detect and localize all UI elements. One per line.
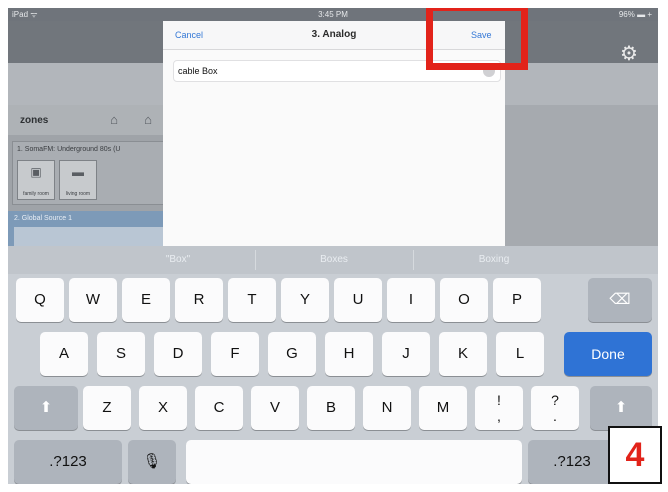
house-icon[interactable]: ⌂	[138, 111, 158, 129]
speaker-icon: ▬	[72, 165, 84, 179]
numbers-key[interactable]: .?123	[14, 440, 122, 484]
suggestion-item[interactable]: Boxing	[414, 246, 574, 274]
key-v[interactable]: V	[251, 386, 299, 430]
numbers-key[interactable]: .?123	[528, 440, 616, 484]
key-a[interactable]: A	[40, 332, 88, 376]
key-l[interactable]: L	[496, 332, 544, 376]
tile-label: living room	[65, 191, 91, 197]
done-button[interactable]: Done	[564, 332, 652, 376]
suggestion-item[interactable]: "Box"	[98, 246, 258, 274]
tile-label: family room	[23, 191, 49, 197]
key-primary-glyph: !	[497, 392, 501, 408]
zone-title: 1. SomaFM: Underground 80s (U	[17, 146, 121, 153]
suggestion-bar: "Box" Boxes Boxing	[8, 246, 658, 274]
shift-icon[interactable]: ⬆	[590, 386, 652, 430]
key-z[interactable]: Z	[83, 386, 131, 430]
space-bar[interactable]	[186, 440, 522, 484]
clock: 3:45 PM	[318, 10, 348, 19]
battery-indicator: 96% ▬ +	[618, 10, 652, 19]
home-icon[interactable]: ⌂	[104, 111, 124, 129]
highlight-annotation	[426, 8, 528, 70]
shift-icon[interactable]: ⬆	[14, 386, 78, 430]
key-exclaim-comma[interactable]: ! ,	[475, 386, 523, 430]
zone-tile[interactable]: ▬ living room	[59, 160, 97, 200]
tv-icon: ▣	[30, 165, 42, 179]
key-g[interactable]: G	[268, 332, 316, 376]
key-c[interactable]: C	[195, 386, 243, 430]
key-secondary-glyph: ,	[497, 408, 501, 424]
step-number-badge: 4	[608, 426, 662, 484]
key-u[interactable]: U	[334, 278, 382, 322]
key-x[interactable]: X	[139, 386, 187, 430]
suggestion-item[interactable]: Boxes	[256, 246, 412, 274]
key-k[interactable]: K	[439, 332, 487, 376]
key-t[interactable]: T	[228, 278, 276, 322]
background-content	[504, 105, 658, 253]
key-e[interactable]: E	[122, 278, 170, 322]
key-m[interactable]: M	[419, 386, 467, 430]
key-d[interactable]: D	[154, 332, 202, 376]
gear-icon[interactable]: ⚙	[618, 43, 640, 65]
key-o[interactable]: O	[440, 278, 488, 322]
zone-title: 2. Global Source 1	[14, 215, 72, 222]
key-w[interactable]: W	[69, 278, 117, 322]
key-secondary-glyph: .	[553, 408, 557, 424]
zones-header: zones ⌂ ⌂	[8, 105, 168, 135]
zones-panel: zones ⌂ ⌂ 1. SomaFM: Underground 80s (U …	[8, 105, 170, 253]
key-h[interactable]: H	[325, 332, 373, 376]
onscreen-keyboard: "Box" Boxes Boxing Q W E R T Y U I O P ⌫…	[8, 246, 658, 484]
backspace-icon[interactable]: ⌫	[588, 278, 652, 322]
key-primary-glyph: ?	[551, 392, 559, 408]
key-p[interactable]: P	[493, 278, 541, 322]
key-y[interactable]: Y	[281, 278, 329, 322]
key-b[interactable]: B	[307, 386, 355, 430]
zones-label: zones	[20, 115, 49, 126]
key-q[interactable]: Q	[16, 278, 64, 322]
key-question-period[interactable]: ? .	[531, 386, 579, 430]
zone-tile[interactable]: ▣ family room	[17, 160, 55, 200]
key-n[interactable]: N	[363, 386, 411, 430]
key-r[interactable]: R	[175, 278, 223, 322]
key-i[interactable]: I	[387, 278, 435, 322]
ipad-screen: iPad ᯤ 3:45 PM 96% ▬ + ⚙ zones ⌂ ⌂ 1. So…	[8, 8, 658, 484]
status-bar: iPad ᯤ 3:45 PM 96% ▬ +	[8, 8, 658, 21]
zone-card[interactable]: 1. SomaFM: Underground 80s (U ▣ family r…	[12, 141, 170, 205]
microphone-icon[interactable]: 🎙	[128, 440, 176, 484]
key-s[interactable]: S	[97, 332, 145, 376]
key-f[interactable]: F	[211, 332, 259, 376]
key-j[interactable]: J	[382, 332, 430, 376]
